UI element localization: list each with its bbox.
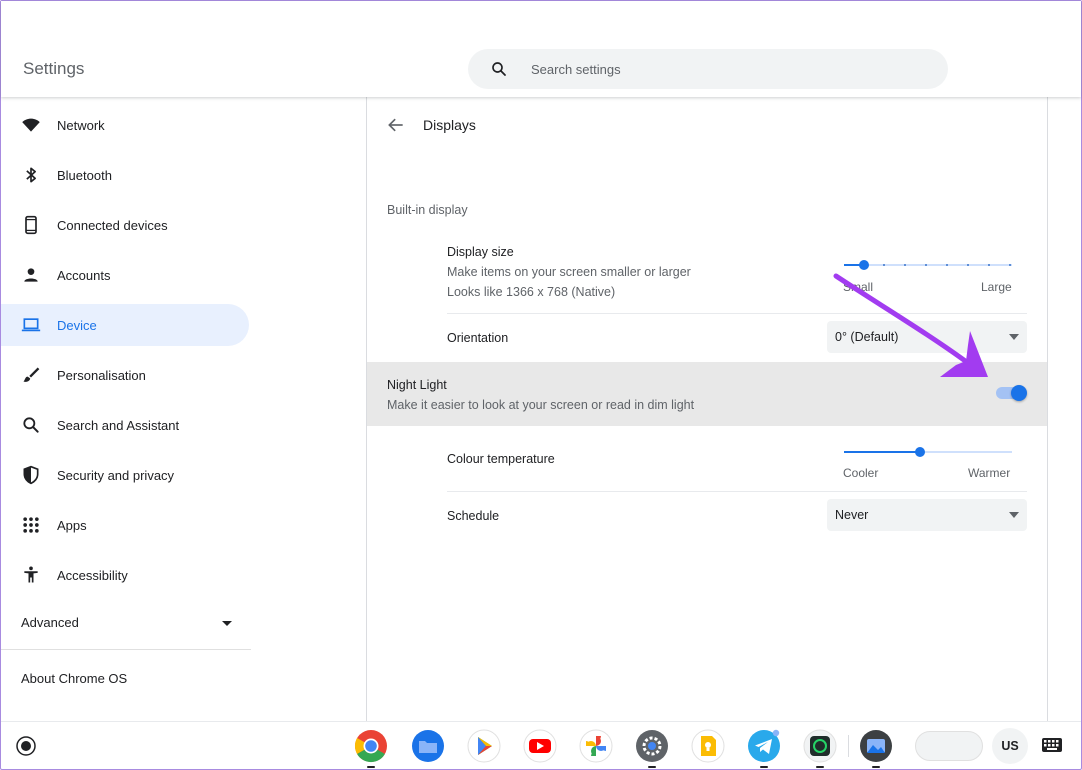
grid-icon xyxy=(23,517,39,533)
telegram-icon[interactable] xyxy=(747,729,781,763)
running-indicator xyxy=(872,766,880,768)
ime-indicator[interactable]: US xyxy=(992,728,1028,764)
running-indicator xyxy=(648,766,656,768)
laptop-icon xyxy=(21,318,41,332)
sidebar-item-accounts[interactable]: Accounts xyxy=(1,254,249,296)
slider-fill xyxy=(844,451,920,453)
sidebar-item-label: Connected devices xyxy=(57,217,168,233)
sidebar-item-search-and-assistant[interactable]: Search and Assistant xyxy=(1,404,249,446)
brush-icon xyxy=(23,367,40,382)
sidebar: Network Bluetooth Connected devices Acco… xyxy=(1,100,251,720)
search-box[interactable] xyxy=(468,49,948,89)
photos-icon[interactable] xyxy=(579,729,613,763)
sidebar-item-label: Security and privacy xyxy=(57,467,175,483)
launcher-icon[interactable] xyxy=(16,736,36,756)
display-size-native: Looks like 1366 x 768 (Native) xyxy=(447,285,616,299)
settings-icon[interactable] xyxy=(635,729,669,763)
night-light-title: Night Light xyxy=(387,378,447,392)
sidebar-item-label: Search and Assistant xyxy=(57,417,180,433)
night-light-subtitle: Make it easier to look at your screen or… xyxy=(387,398,695,412)
sidebar-item-label: Device xyxy=(57,317,97,333)
sidebar-item-personalisation[interactable]: Personalisation xyxy=(1,354,249,396)
sidebar-item-label: Personalisation xyxy=(57,367,146,383)
running-indicator xyxy=(816,766,824,768)
sidebar-item-bluetooth[interactable]: Bluetooth xyxy=(1,154,249,196)
chrome-icon[interactable] xyxy=(354,729,388,763)
advanced-label: Advanced xyxy=(21,615,79,630)
page-title: Displays xyxy=(423,117,476,133)
search-input[interactable] xyxy=(531,49,921,89)
display-size-title: Display size xyxy=(447,245,514,259)
sidebar-divider xyxy=(1,649,251,650)
shield-icon xyxy=(23,465,39,485)
sidebar-item-about[interactable]: About Chrome OS xyxy=(21,671,127,686)
chevron-down-icon xyxy=(222,621,232,626)
sidebar-item-device[interactable]: Device xyxy=(1,304,249,346)
slider-max-label: Warmer xyxy=(968,466,1011,480)
search-icon xyxy=(23,417,39,433)
colour-temperature-slider[interactable] xyxy=(844,447,1012,457)
orientation-title: Orientation xyxy=(447,331,509,345)
gallery-icon[interactable] xyxy=(859,729,893,763)
schedule-title: Schedule xyxy=(447,509,500,523)
schedule-value: Never xyxy=(835,508,869,522)
keyboard-icon[interactable] xyxy=(1041,736,1063,754)
running-indicator xyxy=(760,766,768,768)
section-heading: Built-in display xyxy=(387,203,468,217)
phone-icon xyxy=(25,215,37,235)
sidebar-item-connected-devices[interactable]: Connected devices xyxy=(1,204,249,246)
sidebar-item-label: Accessibility xyxy=(57,567,128,583)
app-title: Settings xyxy=(23,59,85,78)
colour-temperature-title: Colour temperature xyxy=(447,452,555,466)
running-indicator xyxy=(367,766,375,768)
accessibility-icon xyxy=(24,566,38,583)
sidebar-item-security-and-privacy[interactable]: Security and privacy xyxy=(1,454,249,496)
display-size-subtitle: Make items on your screen smaller or lar… xyxy=(447,265,691,279)
youtube-icon[interactable] xyxy=(523,729,557,763)
sidebar-item-network[interactable]: Network xyxy=(1,104,249,146)
row-divider xyxy=(447,491,1027,492)
bluetooth-icon xyxy=(26,167,37,183)
schedule-select[interactable]: Never xyxy=(827,499,1027,531)
shelf: US xyxy=(1,721,1081,769)
shelf-separator xyxy=(848,735,849,757)
files-icon[interactable] xyxy=(411,729,445,763)
sidebar-item-label: Bluetooth xyxy=(57,167,112,183)
advanced-toggle[interactable]: Advanced xyxy=(21,615,233,635)
settings-header: Settings xyxy=(1,1,1081,97)
holding-space-tray[interactable] xyxy=(915,731,983,761)
sidebar-item-label: Accounts xyxy=(57,267,111,283)
displays-page: Displays Built-in display Display size M… xyxy=(366,97,1048,721)
play-store-icon[interactable] xyxy=(467,729,501,763)
back-arrow-icon[interactable] xyxy=(386,115,406,135)
sidebar-item-label: Apps xyxy=(57,517,87,533)
sidebar-item-label: Network xyxy=(57,117,105,133)
wifi-icon xyxy=(22,118,40,132)
slider-knob[interactable] xyxy=(914,447,925,457)
sidebar-item-accessibility[interactable]: Accessibility xyxy=(1,554,249,596)
search-icon xyxy=(492,62,506,76)
annotation-arrow-icon xyxy=(833,273,988,377)
keep-icon[interactable] xyxy=(691,729,725,763)
slider-min-label: Cooler xyxy=(843,466,879,480)
dropdown-arrow-icon xyxy=(1009,512,1019,518)
person-icon xyxy=(24,268,38,282)
whatsapp-icon[interactable] xyxy=(803,729,837,763)
sidebar-item-apps[interactable]: Apps xyxy=(1,504,249,546)
